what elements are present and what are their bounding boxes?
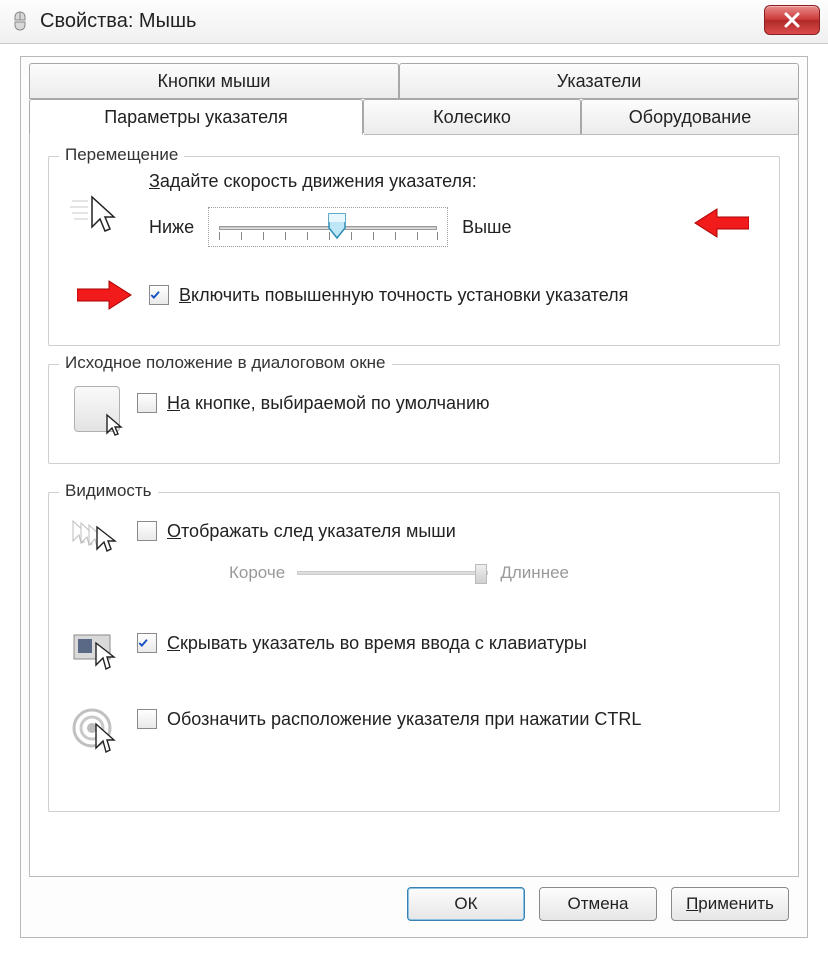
trail-slider-thumb	[475, 564, 487, 584]
dialog-footer: ОК Отмена Применить	[29, 883, 799, 925]
group-visibility-label: Видимость	[59, 481, 158, 501]
group-snap-label: Исходное положение в диалоговом окне	[59, 353, 392, 373]
snap-to-checkbox[interactable]	[137, 393, 157, 413]
tab-pointer-options[interactable]: Параметры указателя	[29, 99, 363, 135]
trail-short-label: Короче	[229, 563, 285, 583]
apply-button[interactable]: Применить	[671, 887, 789, 921]
ctrl-locate-checkbox[interactable]	[137, 709, 157, 729]
cancel-button[interactable]: Отмена	[539, 887, 657, 921]
annotation-arrow-speed	[693, 207, 749, 239]
pointer-trail-slider: Короче Длиннее	[229, 563, 569, 583]
pointer-trail-label: Отображать след указателя мыши	[167, 519, 456, 543]
hide-typing-icon	[67, 623, 127, 679]
tab-panel: Перемещение Задайте скорость движения ук…	[29, 134, 799, 877]
group-snap: Исходное положение в диалоговом окне На …	[48, 364, 780, 464]
ok-button[interactable]: ОК	[407, 887, 525, 921]
snap-to-row: На кнопке, выбираемой по умолчанию	[137, 391, 761, 415]
close-button[interactable]	[764, 5, 820, 35]
tab-buttons[interactable]: Кнопки мыши	[29, 63, 399, 99]
properties-window: Свойства: Мышь Кнопки мыши Указатели Пар…	[0, 0, 828, 958]
pointer-trail-checkbox[interactable]	[137, 521, 157, 541]
slider-slow-label: Ниже	[149, 217, 194, 238]
close-icon	[783, 11, 801, 29]
slider-fast-label: Выше	[462, 217, 511, 238]
group-visibility: Видимость Отображать след указат	[48, 492, 780, 812]
dialog-frame: Кнопки мыши Указатели Параметры указател…	[20, 56, 808, 938]
group-motion: Перемещение Задайте скорость движения ук…	[48, 156, 780, 346]
ctrl-locate-row: Обозначить расположение указателя при на…	[137, 707, 761, 731]
enhance-precision-label: Включить повышенную точность установки у…	[179, 283, 628, 307]
motion-cursor-icon	[67, 187, 127, 243]
annotation-arrow-precision	[77, 279, 133, 311]
titlebar: Свойства: Мышь	[0, 0, 828, 44]
enhance-precision-row: Включить повышенную точность установки у…	[149, 283, 761, 307]
tabstrip: Кнопки мыши Указатели Параметры указател…	[21, 57, 807, 133]
snap-to-icon	[67, 381, 127, 437]
ctrl-locate-icon	[67, 703, 127, 759]
tab-hardware[interactable]: Оборудование	[581, 99, 799, 135]
hide-typing-row: Скрывать указатель во время ввода с клав…	[137, 631, 761, 655]
snap-to-label: На кнопке, выбираемой по умолчанию	[167, 391, 490, 415]
pointer-speed-slider-row: Ниже Выше	[149, 205, 659, 249]
trail-long-label: Длиннее	[500, 563, 569, 583]
pointer-trail-icon	[67, 513, 127, 569]
pointer-speed-label: Задайте скорость движения указателя:	[149, 171, 477, 192]
mouse-icon	[8, 10, 32, 34]
hide-typing-label: Скрывать указатель во время ввода с клав…	[167, 631, 587, 655]
tab-pointers[interactable]: Указатели	[399, 63, 799, 99]
pointer-trail-row: Отображать след указателя мыши	[137, 519, 761, 543]
ctrl-locate-label: Обозначить расположение указателя при на…	[167, 707, 641, 731]
enhance-precision-checkbox[interactable]	[149, 285, 169, 305]
window-title: Свойства: Мышь	[40, 10, 196, 33]
group-motion-label: Перемещение	[59, 145, 184, 165]
tab-wheel[interactable]: Колесико	[363, 99, 581, 135]
hide-typing-checkbox[interactable]	[137, 633, 157, 653]
pointer-speed-slider[interactable]	[208, 207, 448, 247]
slider-thumb-icon[interactable]	[327, 212, 347, 240]
